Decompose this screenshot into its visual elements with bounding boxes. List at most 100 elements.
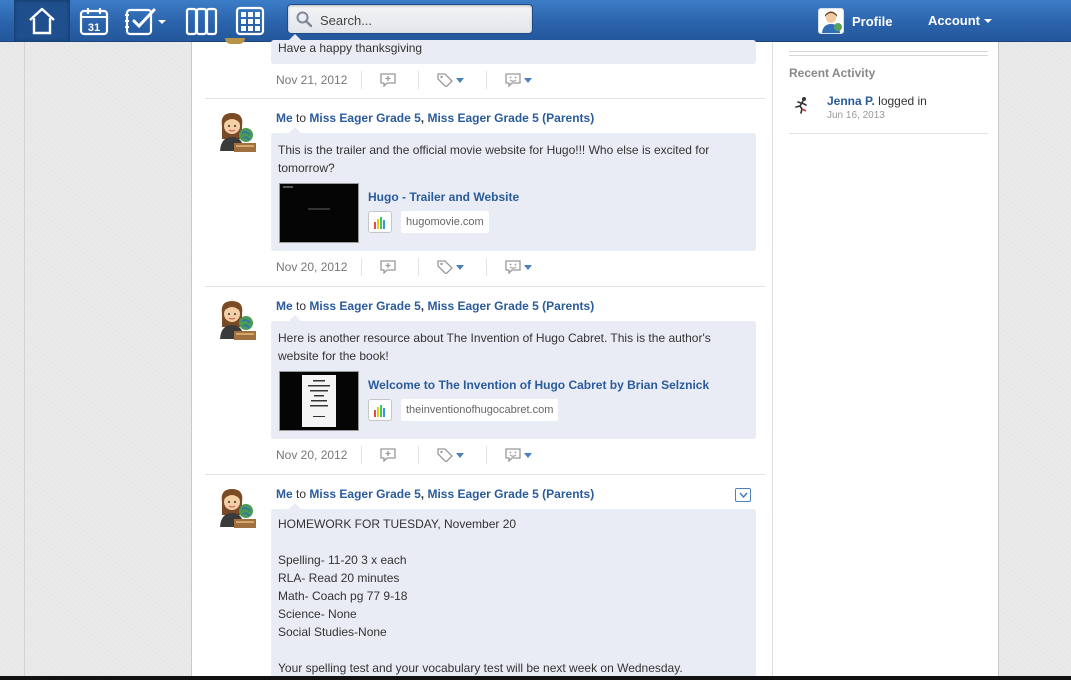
post-text-line: HOMEWORK FOR TUESDAY, November 20 [278, 517, 517, 531]
post-text: Have a happy thanksgiving [278, 41, 423, 55]
to-label: to [296, 111, 307, 125]
account-menu[interactable]: Account [928, 13, 992, 28]
group-link[interactable]: Miss Eager Grade 5 (Parents) [427, 487, 594, 501]
chevron-down-icon [524, 264, 532, 270]
comment-button[interactable] [380, 260, 396, 274]
chevron-down-icon [524, 452, 532, 458]
reaction-button[interactable] [505, 448, 532, 462]
post-recipients: Me to Miss Eager Grade 5, Miss Eager Gra… [276, 487, 594, 501]
link-title[interactable]: Hugo - Trailer and Website [368, 190, 519, 204]
post-text-line: RLA- Read 20 minutes [278, 571, 400, 585]
group-link[interactable]: Miss Eager Grade 5 [309, 111, 420, 125]
calendar-day-label: 31 [88, 22, 100, 34]
tag-button[interactable] [437, 260, 464, 274]
chevron-down-icon [456, 264, 464, 270]
smiley-icon [505, 260, 521, 274]
home-button[interactable] [14, 0, 70, 42]
tag-icon [437, 73, 453, 87]
chevron-down-icon [984, 18, 992, 23]
comment-icon [380, 260, 396, 274]
post-date: Nov 20, 2012 [276, 260, 348, 274]
column-divider [772, 42, 773, 680]
group-link[interactable]: Miss Eager Grade 5 [309, 487, 420, 501]
chevron-down-icon [456, 452, 464, 458]
post-date: Nov 20, 2012 [276, 448, 348, 462]
calendar-button[interactable]: 31 [66, 0, 122, 42]
reaction-button[interactable] [505, 73, 532, 87]
link-preview-button[interactable] [368, 399, 392, 421]
separator-comma: , [420, 299, 425, 313]
post-text: This is the trailer and the official mov… [278, 143, 710, 175]
sender-link[interactable]: Me [276, 487, 293, 501]
activity-action: logged in [874, 94, 927, 108]
smiley-icon [505, 448, 521, 462]
sender-link[interactable]: Me [276, 299, 293, 313]
link-thumbnail[interactable] [279, 183, 359, 243]
post-avatar [212, 299, 258, 343]
activity-user-link[interactable]: Jenna P. [827, 94, 875, 108]
profile-link[interactable]: Profile [818, 7, 892, 35]
recent-activity-heading: Recent Activity [789, 66, 876, 80]
search-input[interactable] [318, 10, 522, 30]
group-link[interactable]: Miss Eager Grade 5 (Parents) [427, 111, 594, 125]
search-box[interactable] [287, 4, 533, 34]
link-title[interactable]: Welcome to The Invention of Hugo Cabret … [368, 378, 709, 392]
tag-icon [437, 260, 453, 274]
divider [361, 71, 362, 89]
divider [486, 446, 487, 464]
apps-button[interactable] [222, 0, 278, 42]
feed-post: Have a happy thanksgiving Nov 21, 2012 [205, 34, 765, 98]
group-link[interactable]: Miss Eager Grade 5 [309, 299, 420, 313]
comment-icon [380, 73, 396, 87]
home-icon [29, 7, 55, 35]
calendar-icon: 31 [79, 8, 109, 36]
sender-link[interactable]: Me [276, 111, 293, 125]
to-label: to [296, 487, 307, 501]
post-text: Here is another resource about The Inven… [278, 331, 711, 363]
link-thumbnail[interactable] [279, 371, 359, 431]
link-domain[interactable]: hugomovie.com [401, 211, 489, 233]
post-bubble: Here is another resource about The Inven… [271, 315, 756, 439]
link-domain[interactable]: theinventionofhugocabret.com [401, 399, 559, 421]
divider [486, 71, 487, 89]
post-bubble: This is the trailer and the official mov… [271, 127, 756, 251]
post-text-line: Social Studies-None [278, 625, 387, 639]
reaction-button[interactable] [505, 260, 532, 274]
bar-chart-icon [374, 216, 385, 229]
assignments-button[interactable] [120, 0, 172, 42]
tag-button[interactable] [437, 73, 464, 87]
activity-item: Jenna P. logged in Jun 16, 2013 [789, 92, 988, 134]
chevron-down-icon [524, 77, 532, 83]
activity-date: Jun 16, 2013 [827, 110, 885, 121]
assignments-icon [125, 8, 166, 36]
comment-button[interactable] [380, 73, 396, 87]
separator-comma: , [420, 111, 425, 125]
post-options-button[interactable] [735, 488, 751, 502]
post-text-line: Your spelling test and your vocabulary t… [278, 661, 683, 675]
feed-post: Me to Miss Eager Grade 5, Miss Eager Gra… [205, 474, 765, 679]
divider [418, 71, 419, 89]
resources-icon [185, 7, 218, 36]
to-label: to [296, 299, 307, 313]
divider [418, 258, 419, 276]
top-navigation-bar: 31 Search... Profile Account [0, 0, 1071, 42]
post-text-line [278, 641, 738, 659]
post-footer: Nov 21, 2012 [276, 70, 554, 90]
divider [486, 258, 487, 276]
post-text-line: Spelling- 11-20 3 x each [278, 553, 407, 567]
divider [361, 258, 362, 276]
post-recipients: Me to Miss Eager Grade 5, Miss Eager Gra… [276, 111, 594, 125]
post-avatar [225, 38, 245, 44]
post-text-line: Science- None [278, 607, 357, 621]
link-preview-button[interactable] [368, 211, 392, 233]
activity-text: Jenna P. logged in [827, 94, 927, 108]
separator-comma: , [420, 487, 425, 501]
post-footer: Nov 20, 2012 [276, 257, 554, 277]
group-link[interactable]: Miss Eager Grade 5 (Parents) [427, 299, 594, 313]
comment-button[interactable] [380, 448, 396, 462]
post-bubble: Have a happy thanksgiving [271, 34, 756, 64]
post-bubble: HOMEWORK FOR TUESDAY, November 20 Spelli… [271, 503, 756, 679]
profile-label: Profile [852, 13, 893, 29]
tag-button[interactable] [437, 448, 464, 462]
profile-avatar [818, 8, 844, 34]
